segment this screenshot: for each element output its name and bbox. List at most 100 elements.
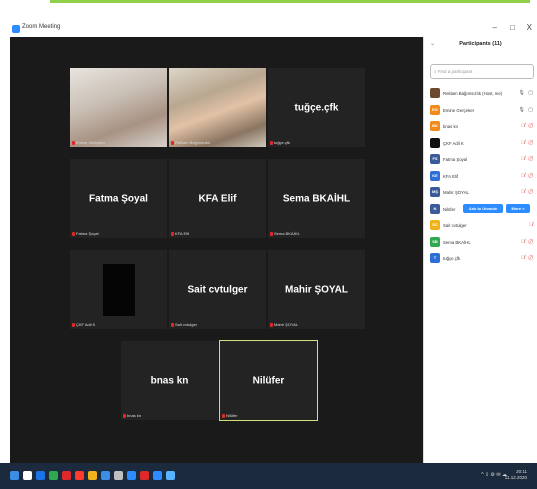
participant-row[interactable]: EG Emine Gerçeker 🎙 ▢ bbox=[430, 104, 536, 117]
taskbar-app-icon[interactable] bbox=[127, 471, 136, 480]
search-icon[interactable] bbox=[23, 471, 32, 480]
tile-name-tag: Sema BKAİHL bbox=[270, 231, 300, 236]
clock[interactable]: 20:11 11.12.2020 bbox=[505, 469, 527, 481]
taskbar-app-icon[interactable] bbox=[101, 471, 110, 480]
video-tile[interactable]: tuğçe.çfk tuğçe.çfk bbox=[268, 68, 365, 147]
participant-name: KFA Elif bbox=[443, 173, 459, 179]
mic-muted-icon bbox=[270, 231, 273, 236]
tile-tag-label: bnas kn bbox=[127, 413, 142, 418]
mic-on-icon[interactable]: 🎙 ▢ bbox=[519, 90, 534, 96]
taskbar-app-icon[interactable] bbox=[75, 471, 84, 480]
mic-muted-icon[interactable]: 🎙̸ ▢̸ bbox=[521, 140, 534, 146]
browser-progress-bar bbox=[50, 0, 530, 3]
tile-display-name: Nilüfer bbox=[252, 375, 285, 386]
minimize-button[interactable]: – bbox=[493, 23, 497, 32]
mic-muted-icon[interactable]: 🎙̸ ▢̸ bbox=[521, 173, 534, 179]
search-icon: ⌕ bbox=[434, 69, 437, 74]
mic-muted-icon[interactable]: 🎙̸ ▢̸ bbox=[521, 189, 534, 195]
taskbar-app-icon[interactable] bbox=[49, 471, 58, 480]
clock-date: 11.12.2020 bbox=[504, 475, 527, 480]
avatar: BK bbox=[430, 121, 440, 131]
mic-muted-icon[interactable]: 🎙̸ bbox=[529, 222, 534, 228]
mic-muted-icon[interactable]: 🎙̸ ▢̸ bbox=[521, 123, 534, 129]
taskbar-app-icon[interactable] bbox=[166, 471, 175, 480]
mic-muted-icon[interactable]: 🎙̸ ▢̸ bbox=[521, 156, 534, 162]
participant-name: Emine Gerçeker bbox=[443, 107, 475, 113]
participant-row[interactable]: Reklam Bağımsızlık (Host, me) 🎙 ▢ bbox=[430, 88, 536, 100]
tile-name-tag: Nilüfer bbox=[222, 413, 238, 418]
participant-row[interactable]: ÇKF Adil K 🎙̸ ▢̸ bbox=[430, 137, 536, 150]
close-button[interactable]: X bbox=[527, 23, 532, 32]
video-tile[interactable]: Fatma Şoyal Fatma Şoyal bbox=[70, 159, 167, 238]
tile-name-tag: Fatma Şoyal bbox=[72, 231, 98, 236]
participant-row[interactable]: SC Sait cvtulger 🎙̸ bbox=[430, 220, 536, 232]
participant-row[interactable]: FS Fatma Şoyal 🎙̸ ▢̸ bbox=[430, 154, 536, 166]
participant-name: tuğçe.çfk bbox=[443, 256, 461, 261]
mic-muted-icon bbox=[171, 231, 174, 236]
tile-tag-label: Mahir ŞOYAL bbox=[274, 322, 299, 327]
mic-muted-icon[interactable]: 🎙̸ ▢̸ bbox=[521, 255, 534, 261]
windows-taskbar: ^ ⇩ ⚙ ✉ ☁ 20:11 11.12.2020 bbox=[0, 463, 537, 489]
gallery-view: Emine Gerçeker Reklam Bağımsızlık tuğçe.çf… bbox=[10, 37, 423, 463]
tile-display-name: KFA Elif bbox=[198, 193, 237, 204]
maximize-button[interactable]: □ bbox=[510, 23, 515, 32]
video-tile[interactable]: Nilüfer Nilüfer bbox=[219, 340, 318, 421]
avatar bbox=[430, 88, 440, 98]
taskbar-app-icon[interactable] bbox=[88, 471, 97, 480]
video-tile[interactable]: Emine Gerçeker bbox=[70, 68, 167, 147]
mic-muted-icon bbox=[171, 322, 174, 327]
title-bar: Zoom Meeting – □ X bbox=[10, 22, 537, 37]
tile-display-name: Sait cvtulger bbox=[187, 284, 248, 295]
participants-panel: ⌄ Participants (11) ⌕ Find a participant… bbox=[423, 37, 537, 469]
participant-name: Sema BKAİHL bbox=[443, 239, 471, 245]
tile-display-name: bnas kn bbox=[150, 375, 189, 386]
participant-name: Mahir ŞOYAL bbox=[443, 190, 469, 195]
ask-to-unmute-button[interactable]: Ask to Unmute bbox=[463, 203, 503, 213]
more-button[interactable]: More > bbox=[506, 203, 530, 213]
video-tile[interactable]: Reklam Bağımsızlık bbox=[169, 68, 266, 147]
search-placeholder: Find a participant bbox=[437, 69, 473, 74]
video-feed bbox=[103, 264, 135, 316]
taskbar-app-icon[interactable] bbox=[153, 471, 162, 480]
video-tile[interactable]: Sait cvtulger Sait cvtulger bbox=[169, 250, 266, 329]
avatar: N bbox=[430, 203, 440, 214]
video-tile[interactable]: ÇKF Adil K bbox=[70, 250, 167, 329]
video-tile[interactable]: Mahir ŞOYAL Mahir ŞOYAL bbox=[268, 250, 365, 329]
participant-row[interactable]: Ttuğçe.çfk 🎙̸ ▢̸ bbox=[430, 253, 536, 265]
participant-search-input[interactable]: ⌕ Find a participant bbox=[430, 64, 534, 79]
avatar: MŞ bbox=[430, 187, 440, 197]
system-tray[interactable]: ^ ⇩ ⚙ ✉ ☁ bbox=[481, 472, 507, 478]
avatar: EG bbox=[430, 104, 440, 115]
taskbar-app-icon[interactable] bbox=[36, 471, 45, 480]
participant-row[interactable]: SB Sema BKAİHL 🎙̸ ▢̸ bbox=[430, 236, 536, 249]
participant-row[interactable]: KE KFA Elif 🎙̸ ▢̸ bbox=[430, 170, 536, 183]
zoom-window: Zoom Meeting – □ X Emine Gerçeker Reklam … bbox=[10, 22, 537, 469]
video-tile[interactable]: Sema BKAİHL Sema BKAİHL bbox=[268, 159, 365, 238]
mic-muted-icon bbox=[222, 413, 225, 418]
participant-row[interactable]: BK bnas kn 🎙̸ ▢̸ bbox=[430, 121, 536, 133]
start-icon[interactable] bbox=[10, 471, 19, 480]
mic-muted-icon bbox=[171, 140, 174, 145]
tile-tag-label: Emine Gerçeker bbox=[76, 140, 105, 145]
video-tile[interactable]: KFA Elif KFA Elif bbox=[169, 159, 266, 238]
tile-tag-label: Sema BKAİHL bbox=[274, 231, 300, 236]
participant-name: ÇKF Adil K bbox=[443, 140, 464, 146]
participant-row[interactable]: MŞ Mahir ŞOYAL 🎙̸ ▢̸ bbox=[430, 187, 536, 199]
mic-muted-icon[interactable]: 🎙̸ ▢̸ bbox=[521, 239, 534, 245]
avatar: FS bbox=[430, 154, 440, 164]
window-title: Zoom Meeting bbox=[22, 24, 61, 30]
mic-on-icon[interactable]: 🎙 ▢ bbox=[519, 107, 534, 113]
tile-display-name: Sema BKAİHL bbox=[282, 193, 351, 204]
participant-row[interactable]: N Nilüfer Ask to Unmute More > bbox=[430, 203, 536, 216]
participant-name: Sait cvtulger bbox=[443, 223, 467, 228]
video-tile[interactable]: bnas kn bnas kn bbox=[121, 341, 218, 420]
tile-name-tag: Sait cvtulger bbox=[171, 322, 197, 327]
mic-muted-icon bbox=[72, 231, 75, 236]
tile-name-tag: Reklam Bağımsızlık bbox=[171, 140, 210, 145]
mic-muted-icon bbox=[270, 322, 273, 327]
tile-name-tag: Emine Gerçeker bbox=[72, 140, 105, 145]
tile-tag-label: ÇKF Adil K bbox=[76, 322, 96, 327]
taskbar-app-icon[interactable] bbox=[114, 471, 123, 480]
taskbar-app-icon[interactable] bbox=[140, 471, 149, 480]
taskbar-app-icon[interactable] bbox=[62, 471, 71, 480]
